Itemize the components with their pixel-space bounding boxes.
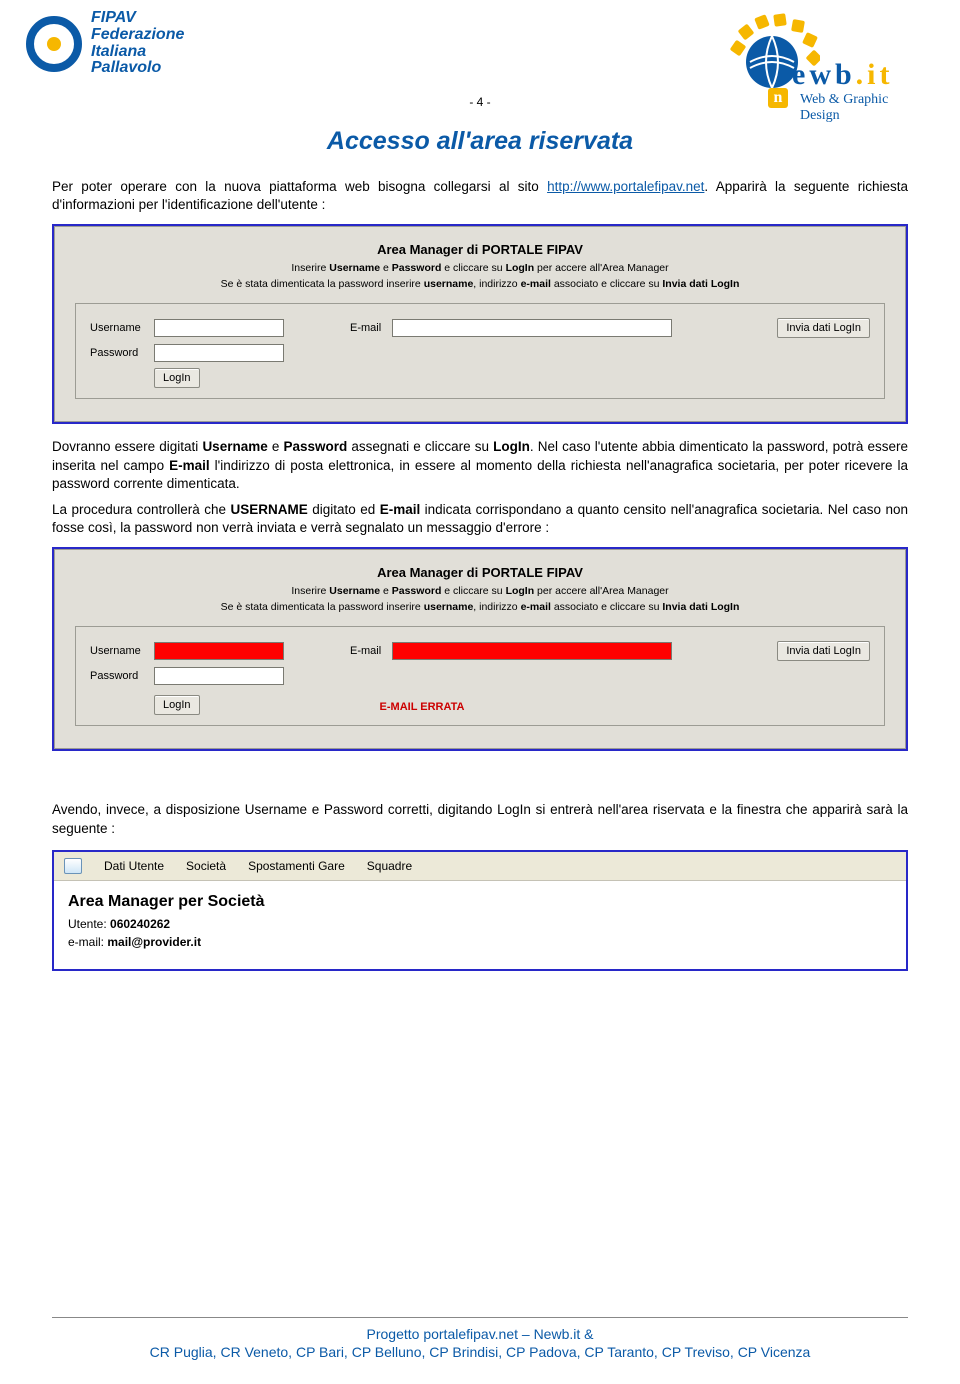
password-input-2[interactable]: [154, 667, 284, 685]
email-label-2: E-mail: [350, 644, 392, 659]
email-label: E-mail: [350, 321, 392, 336]
intro-paragraph: Per poter operare con la nuova piattafor…: [52, 178, 908, 214]
area-menubar: Dati Utente Società Spostamenti Gare Squ…: [54, 852, 906, 881]
area-manager-heading: Area Manager per Società: [54, 881, 906, 915]
main-content: Per poter operare con la nuova piattafor…: [0, 178, 960, 971]
password-label: Password: [90, 346, 154, 361]
menu-squadre[interactable]: Squadre: [367, 858, 412, 874]
panel2-sub1: Inserire Username e Password e cliccare …: [67, 584, 893, 598]
home-icon[interactable]: [64, 858, 82, 874]
email-input-error[interactable]: [392, 642, 672, 660]
panel1-sub1: Inserire Username e Password e cliccare …: [67, 261, 893, 275]
menu-societa[interactable]: Società: [186, 858, 226, 874]
portalefipav-link[interactable]: http://www.portalefipav.net: [547, 179, 704, 194]
fipav-line1: FIPAV: [91, 10, 184, 27]
panel1-sub2: Se è stata dimenticata la password inser…: [67, 277, 893, 291]
invia-dati-login-button-2[interactable]: Invia dati LogIn: [777, 641, 870, 661]
fipav-line3: Italiana: [91, 44, 184, 61]
invia-dati-login-button[interactable]: Invia dati LogIn: [777, 318, 870, 338]
menu-spostamenti-gare[interactable]: Spostamenti Gare: [248, 858, 345, 874]
login-panel-1: Area Manager di PORTALE FIPAV Inserire U…: [52, 224, 908, 424]
page-footer: Progetto portalefipav.net – Newb.it & CR…: [52, 1317, 908, 1360]
fipav-logo: FIPAV Federazione Italiana Pallavolo: [25, 10, 184, 77]
page-title: Accesso all'area riservata: [0, 127, 960, 156]
newb-tagline: Web & Graphic Design: [800, 92, 930, 124]
fipav-line4: Pallavolo: [91, 60, 184, 77]
password-label-2: Password: [90, 669, 154, 684]
username-label-2: Username: [90, 644, 154, 659]
panel2-title: Area Manager di PORTALE FIPAV: [67, 564, 893, 582]
newb-brand-2: .it: [856, 58, 894, 91]
paragraph-4: Avendo, invece, a disposizione Username …: [52, 801, 908, 837]
newb-n-badge: n: [768, 88, 788, 108]
fipav-logo-icon: [25, 15, 83, 73]
email-input[interactable]: [392, 319, 672, 337]
login-panel-2-error: Area Manager di PORTALE FIPAV Inserire U…: [52, 547, 908, 751]
fipav-line2: Federazione: [91, 27, 184, 44]
newb-brand-1: ewb: [792, 58, 856, 91]
newb-logo: ewb.it n Web & Graphic Design: [700, 10, 930, 120]
footer-line2: CR Puglia, CR Veneto, CP Bari, CP Bellun…: [52, 1344, 908, 1360]
login-button[interactable]: LogIn: [154, 368, 200, 388]
login-button-2[interactable]: LogIn: [154, 695, 200, 715]
fipav-logo-text: FIPAV Federazione Italiana Pallavolo: [91, 10, 184, 77]
username-input-error[interactable]: [154, 642, 284, 660]
footer-line1: Progetto portalefipav.net – Newb.it &: [52, 1326, 908, 1342]
username-input[interactable]: [154, 319, 284, 337]
paragraph-3: La procedura controllerà che USERNAME di…: [52, 501, 908, 537]
password-input[interactable]: [154, 344, 284, 362]
username-label: Username: [90, 321, 154, 336]
paragraph-2: Dovranno essere digitati Username e Pass…: [52, 438, 908, 493]
panel2-sub2: Se è stata dimenticata la password inser…: [67, 600, 893, 614]
panel1-title: Area Manager di PORTALE FIPAV: [67, 241, 893, 259]
email-error-message: E-MAIL ERRATA: [380, 700, 465, 715]
area-user-info: Utente: 060240262 e-mail: mail@provider.…: [54, 915, 906, 969]
menu-dati-utente[interactable]: Dati Utente: [104, 858, 164, 874]
area-manager-panel: Dati Utente Società Spostamenti Gare Squ…: [52, 850, 908, 971]
